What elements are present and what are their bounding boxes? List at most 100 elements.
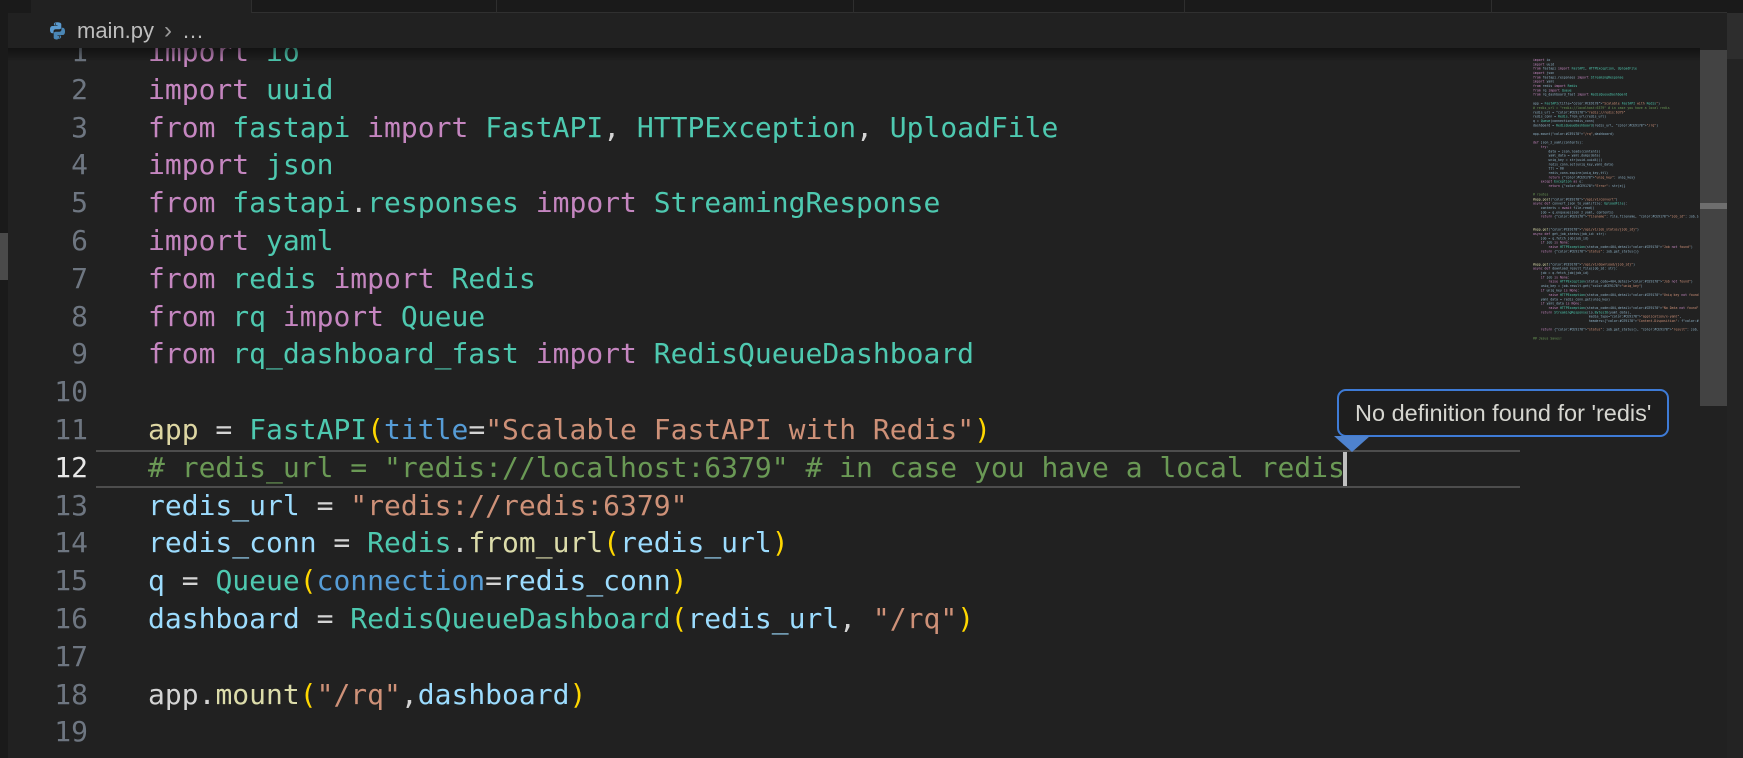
code-token: json xyxy=(266,148,333,181)
code-token: yaml xyxy=(266,224,333,257)
code-line[interactable]: import yaml xyxy=(148,222,1527,260)
code-token: import xyxy=(283,300,384,333)
code-token: responses xyxy=(367,186,519,219)
code-token: rq_dashboard_fast xyxy=(232,337,519,370)
code-token xyxy=(215,111,232,144)
code-token: ( xyxy=(300,678,317,711)
code-token: fastapi xyxy=(232,111,350,144)
breadcrumb-symbol-ellipsis[interactable]: … xyxy=(182,18,204,44)
line-number[interactable]: 18 xyxy=(0,676,88,714)
code-token xyxy=(519,186,536,219)
line-number[interactable]: 2 xyxy=(0,71,88,109)
code-token: "Scalable FastAPI with Redis" xyxy=(485,413,974,446)
tab-divider xyxy=(853,0,854,13)
code-token: "/rq" xyxy=(317,678,401,711)
line-number[interactable]: 14 xyxy=(0,524,88,562)
line-number[interactable]: 8 xyxy=(0,298,88,336)
code-token xyxy=(637,337,654,370)
code-token: , xyxy=(401,678,418,711)
code-line[interactable]: redis_url = "redis://redis:6379" xyxy=(148,487,1527,525)
line-number[interactable]: 19 xyxy=(0,713,88,751)
code-token: connection xyxy=(317,564,486,597)
code-token: , xyxy=(856,111,890,144)
minimap[interactable]: import ioimport uuidfrom fastapi import … xyxy=(1533,58,1699,618)
code-token: ( xyxy=(603,526,620,559)
vscode-editor-window: 12345678910111213141516171819 import ioi… xyxy=(0,0,1743,758)
code-token: redis_conn xyxy=(502,564,671,597)
line-number[interactable]: 11 xyxy=(0,411,88,449)
code-token xyxy=(249,224,266,257)
line-number-gutter[interactable]: 12345678910111213141516171819 xyxy=(0,33,88,751)
code-token: import xyxy=(333,262,434,295)
code-line[interactable]: app.mount("/rq",dashboard) xyxy=(148,676,1527,714)
code-token: import xyxy=(536,337,637,370)
code-line[interactable]: from fastapi.responses import StreamingR… xyxy=(148,184,1527,222)
code-token: = xyxy=(485,564,502,597)
text-cursor xyxy=(1343,452,1347,486)
line-number[interactable]: 16 xyxy=(0,600,88,638)
code-line[interactable]: from rq import Queue xyxy=(148,298,1527,336)
breadcrumb[interactable]: main.py › … xyxy=(8,13,1700,48)
code-token: , xyxy=(839,602,873,635)
code-line[interactable]: from rq_dashboard_fast import RedisQueue… xyxy=(148,335,1527,373)
code-line[interactable]: import json xyxy=(148,146,1527,184)
code-token: from xyxy=(148,111,215,144)
line-number[interactable]: 10 xyxy=(0,373,88,411)
code-line[interactable]: app = FastAPI(title="Scalable FastAPI wi… xyxy=(148,411,1527,449)
code-token: title xyxy=(384,413,468,446)
line-number[interactable]: 15 xyxy=(0,562,88,600)
code-token xyxy=(468,111,485,144)
tab-strip[interactable] xyxy=(0,0,1743,13)
code-line[interactable] xyxy=(148,373,1527,411)
code-line[interactable]: from redis import Redis xyxy=(148,260,1527,298)
code-token xyxy=(317,262,334,295)
code-token: redis_url xyxy=(620,526,772,559)
code-token xyxy=(215,300,232,333)
code-token: ( xyxy=(671,602,688,635)
line-number[interactable]: 9 xyxy=(0,335,88,373)
code-token: import xyxy=(148,224,249,257)
code-token: = xyxy=(300,602,351,635)
vertical-scrollbar-thumb[interactable] xyxy=(1700,50,1727,406)
code-token: redis_url xyxy=(148,489,300,522)
code-token: dashboard xyxy=(418,678,570,711)
line-number[interactable]: 13 xyxy=(0,487,88,525)
code-token: , xyxy=(603,111,637,144)
code-token xyxy=(249,148,266,181)
code-token: Redis xyxy=(451,262,535,295)
code-area[interactable]: import ioimport uuidfrom fastapi import … xyxy=(148,33,1527,751)
tab-main-py-active[interactable] xyxy=(31,0,251,13)
code-token: ) xyxy=(671,564,688,597)
right-edge-block xyxy=(1727,13,1743,59)
code-token: Redis xyxy=(367,526,451,559)
line-number[interactable]: 5 xyxy=(0,184,88,222)
code-token: from xyxy=(148,337,215,370)
code-token xyxy=(215,186,232,219)
line-number[interactable]: 17 xyxy=(0,638,88,676)
code-line[interactable] xyxy=(148,638,1527,676)
line-number[interactable]: 3 xyxy=(0,109,88,147)
code-token xyxy=(350,111,367,144)
code-line[interactable]: import uuid xyxy=(148,71,1527,109)
code-token: = xyxy=(317,526,368,559)
code-token: FastAPI xyxy=(485,111,603,144)
hover-tooltip-message: No definition found for 'redis' xyxy=(1355,400,1651,426)
code-token: app xyxy=(148,678,199,711)
tab-divider xyxy=(1491,0,1492,13)
breadcrumb-file[interactable]: main.py xyxy=(77,18,154,44)
line-number[interactable]: 4 xyxy=(0,146,88,184)
line-number[interactable]: 7 xyxy=(0,260,88,298)
code-token: import xyxy=(148,73,249,106)
code-token: . xyxy=(451,526,468,559)
code-token: uuid xyxy=(266,73,333,106)
code-line[interactable] xyxy=(148,713,1527,751)
scrollbar-overview-marker xyxy=(1700,203,1727,209)
code-line[interactable]: redis_conn = Redis.from_url(redis_url) xyxy=(148,524,1527,562)
code-line[interactable]: q = Queue(connection=redis_conn) xyxy=(148,562,1527,600)
code-line[interactable]: from fastapi import FastAPI, HTTPExcepti… xyxy=(148,109,1527,147)
hover-tooltip: No definition found for 'redis' xyxy=(1337,389,1669,437)
line-number[interactable]: 12 xyxy=(0,449,88,487)
code-token: ) xyxy=(974,413,991,446)
code-line[interactable]: dashboard = RedisQueueDashboard(redis_ur… xyxy=(148,600,1527,638)
line-number[interactable]: 6 xyxy=(0,222,88,260)
